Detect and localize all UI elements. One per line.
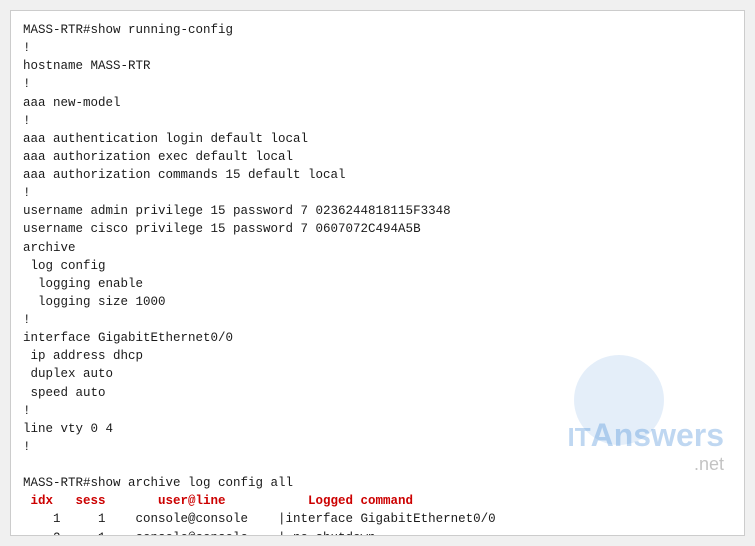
- terminal-line: interface GigabitEthernet0/0: [23, 331, 233, 345]
- terminal-line: log config: [23, 259, 106, 273]
- terminal-line: speed auto: [23, 386, 106, 400]
- terminal-line: idx sess user@line Logged command: [23, 494, 413, 508]
- terminal-line: aaa authentication login default local: [23, 132, 308, 146]
- terminal-line: !: [23, 114, 31, 128]
- terminal-line: username cisco privilege 15 password 7 0…: [23, 222, 421, 236]
- terminal-line: 1 1 console@console |interface GigabitEt…: [23, 512, 496, 526]
- terminal-line: !: [23, 41, 31, 55]
- terminal-line: logging size 1000: [23, 295, 166, 309]
- terminal-line: !: [23, 77, 31, 91]
- terminal-line: 2 1 console@console | no shutdown: [23, 531, 376, 537]
- terminal-line: aaa new-model: [23, 96, 121, 110]
- terminal-output: MASS-RTR#show running-config ! hostname …: [23, 21, 732, 536]
- terminal-line: username admin privilege 15 password 7 0…: [23, 204, 451, 218]
- terminal-line: MASS-RTR#show running-config: [23, 23, 233, 37]
- terminal-line: logging enable: [23, 277, 143, 291]
- terminal-line: !: [23, 313, 31, 327]
- terminal-line: archive: [23, 241, 76, 255]
- terminal-line: !: [23, 440, 31, 454]
- terminal-line: aaa authorization commands 15 default lo…: [23, 168, 346, 182]
- terminal-line: !: [23, 404, 31, 418]
- terminal-line: MASS-RTR#show archive log config all: [23, 476, 293, 490]
- terminal-line: ip address dhcp: [23, 349, 143, 363]
- terminal-line: aaa authorization exec default local: [23, 150, 293, 164]
- terminal-line: hostname MASS-RTR: [23, 59, 151, 73]
- terminal-line: !: [23, 186, 31, 200]
- terminal-line: line vty 0 4: [23, 422, 113, 436]
- terminal-line: duplex auto: [23, 367, 113, 381]
- terminal-window: MASS-RTR#show running-config ! hostname …: [10, 10, 745, 536]
